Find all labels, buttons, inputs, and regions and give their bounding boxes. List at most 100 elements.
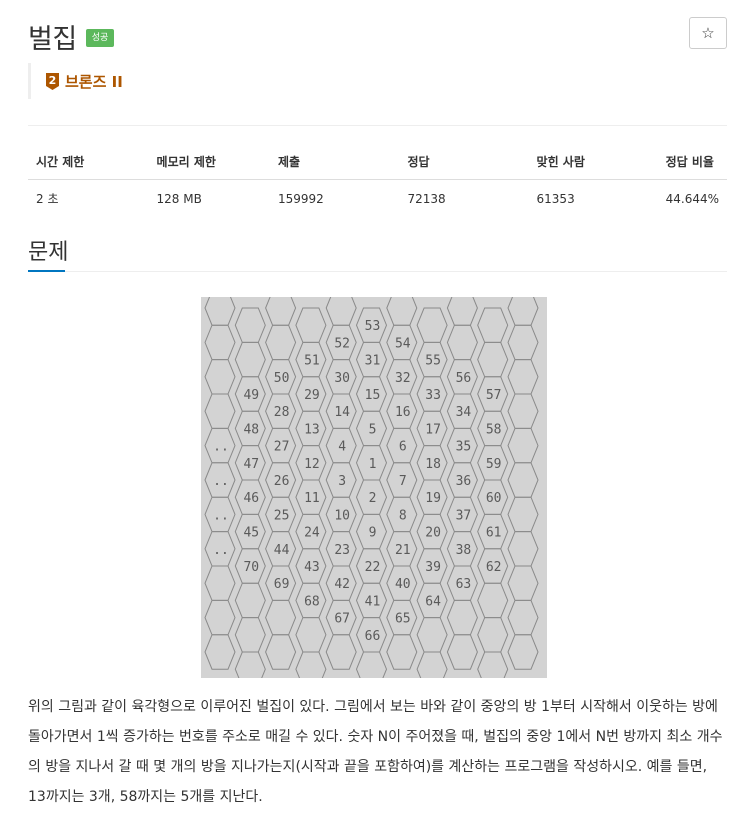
hex-cell [204,324,236,361]
bronze-tier-icon: 2 [46,72,59,90]
honeycomb-diagram: 5352 5451 31 5550 30 32 5649 29 15 33 5728 14 16 3448… [204,290,539,687]
hex-number: 28 [274,405,290,420]
hex-cell [507,599,539,636]
column-header: 제출 [269,146,400,180]
hex-number: 62 [486,560,502,575]
accepted-value[interactable]: 72138 [400,180,529,218]
hex-number: 15 [365,388,381,403]
hex-cell [204,359,236,395]
hex-number: 58 [486,422,502,437]
hex-number: 24 [304,526,320,541]
hex-number: 60 [486,491,502,506]
hex-cell [507,359,539,395]
submissions-value[interactable]: 159992 [270,180,400,218]
hex-cell [416,617,448,653]
hex-cell [234,651,266,687]
hex-number: 65 [395,612,411,627]
hex-cell [325,634,357,670]
table-row: 2 초 128 MB 159992 72138 61353 44.644% [28,180,727,218]
hex-number: 16 [395,405,411,420]
hex-cell [204,565,236,601]
hex-cell [204,599,236,636]
hex-number: 17 [425,422,441,437]
hex-number: .. [213,508,229,523]
hex-number: 52 [334,336,350,351]
hex-cell [204,393,236,429]
hex-number: 57 [486,388,502,403]
hex-cell [355,651,388,687]
tier-box: 2 브론즈 II [28,63,123,99]
section-underline [28,270,65,272]
hex-cell [507,565,539,601]
hex-number: .. [213,440,229,455]
hex-cell [507,427,539,464]
hex-number: 68 [304,594,320,609]
hex-cell [507,462,539,498]
hex-number: 20 [425,526,441,541]
hex-number: 49 [243,388,259,403]
problem-info-table: 시간 제한 메모리 제한 제출 정답 맞힌 사람 정답 비율 2 초 128 M… [28,146,727,217]
favorite-button[interactable]: ☆ [689,17,727,49]
hex-number: 9 [369,526,377,541]
hex-number: 39 [425,560,441,575]
hex-cell [265,290,297,326]
divider [28,125,727,126]
tier-label[interactable]: 브론즈 II [65,71,123,92]
hex-number: 51 [304,354,320,369]
title-row: 벌집 성공 [28,18,115,55]
hex-number: 23 [334,543,350,558]
hex-cell [386,290,418,326]
hex-number: 10 [334,508,350,523]
hex-cell [477,651,509,687]
hex-cell [265,634,297,670]
hex-cell [507,393,539,429]
hex-number: 2 [369,491,377,506]
hex-cell [234,307,266,343]
hex-cell [295,617,327,653]
hex-cell [295,307,327,343]
hex-cell [386,634,418,670]
hex-cell [507,531,539,567]
hex-cell [507,496,539,533]
hex-number: 38 [456,543,472,558]
hex-number: 56 [456,371,472,386]
hex-number: 27 [274,440,290,455]
hex-number: 70 [243,560,259,575]
hex-number: 48 [243,422,259,437]
hex-number: 7 [399,474,407,489]
hex-number: 41 [365,594,381,609]
hex-cell [507,324,539,361]
hex-number: 31 [365,354,381,369]
hex-number: 30 [334,371,350,386]
hex-number: 42 [334,577,350,592]
problem-description: 위의 그림과 같이 육각형으로 이루어진 벌집이 있다. 그림에서 보는 바와 … [28,699,723,805]
hex-number: 37 [456,508,472,523]
hex-cell [265,324,297,361]
hex-number: 18 [425,457,441,472]
hex-number: 33 [425,388,441,403]
honeycomb-figure: 53 52 54 51 31 55 50 30 32 56 49 29 15 33 57 28 14 16 34 48… [201,290,547,687]
solvers-value[interactable]: 61353 [529,180,658,218]
hex-number: .. [213,474,229,489]
hex-number: 32 [395,371,411,386]
column-header: 시간 제한 [28,146,149,180]
hex-cell [477,617,509,653]
hex-cell [477,582,509,619]
hex-cell [234,341,266,378]
hex-number: 46 [243,491,259,506]
hex-number: 4 [338,440,346,455]
hex-number: 12 [304,457,320,472]
hex-number: 36 [456,474,472,489]
hex-number: 11 [304,491,320,506]
hex-number: 67 [334,612,350,627]
hex-number: 59 [486,457,502,472]
hex-cell [265,599,297,636]
hex-number: 66 [365,629,381,644]
hex-cell [507,634,539,670]
time-limit-value: 2 초 [36,192,59,206]
hex-number: 50 [274,371,290,386]
hex-number: 6 [399,440,407,455]
hex-cell [416,651,448,687]
hex-number: 47 [243,457,259,472]
hex-number: 3 [338,474,346,489]
